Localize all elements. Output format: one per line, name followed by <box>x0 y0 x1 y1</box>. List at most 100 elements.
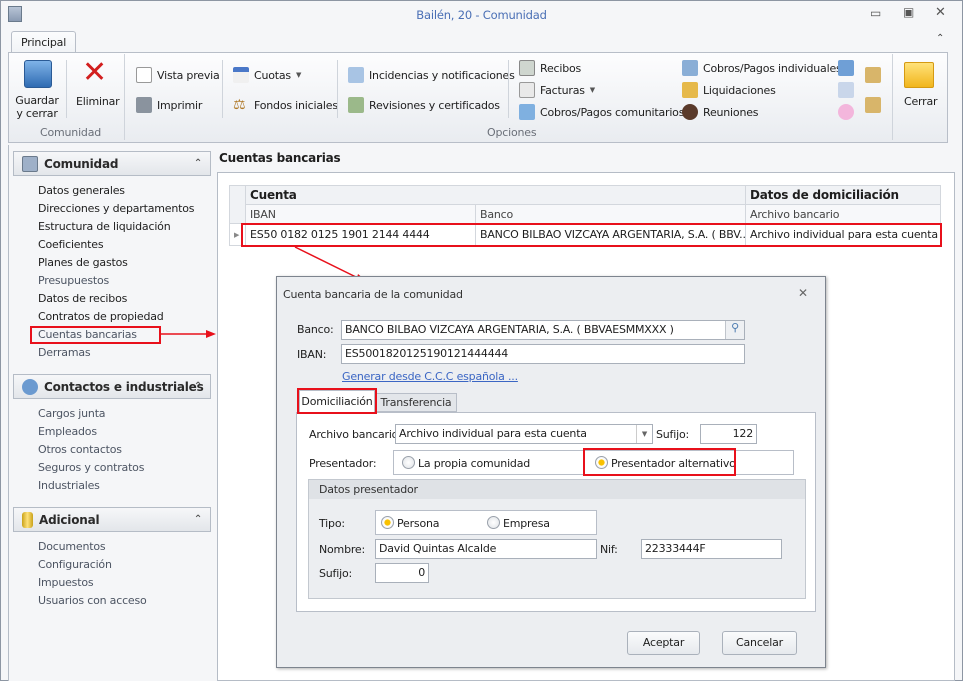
banco-label: Banco: <box>297 323 334 336</box>
sidebar-item[interactable]: Presupuestos <box>38 274 109 287</box>
sidebar-item[interactable]: Datos de recibos <box>38 292 127 305</box>
restore-button[interactable]: ▣ <box>903 5 914 19</box>
archivo-label: Archivo bancario: <box>309 428 402 441</box>
sidebar-item[interactable]: Estructura de liquidación <box>38 220 171 233</box>
tab-principal[interactable]: Principal <box>11 31 77 53</box>
sidebar-item[interactable]: Cargos junta <box>38 407 106 420</box>
calculator-icon <box>519 104 535 120</box>
cerrar-button[interactable]: Cerrar <box>904 95 938 108</box>
person-calculator-icon <box>682 60 698 76</box>
piggy-bank-icon[interactable] <box>838 104 854 120</box>
col-banco[interactable]: Banco <box>474 204 747 224</box>
highlight-box <box>241 223 942 247</box>
band-cuenta: Cuenta <box>244 185 747 205</box>
col-iban[interactable]: IBAN <box>245 204 476 224</box>
radio-empresa[interactable]: Empresa <box>487 516 550 530</box>
presentador-label: Presentador: <box>309 457 377 470</box>
group-label-opciones: Opciones <box>487 126 537 139</box>
sidebar-item[interactable]: Impuestos <box>38 576 94 589</box>
radio-icon <box>381 516 394 529</box>
cobros-comunitarios-button[interactable]: Cobros/Pagos comunitarios <box>519 104 684 120</box>
cobros-individuales-button[interactable]: Cobros/Pagos individuales <box>682 60 842 76</box>
dialog-close-icon[interactable]: ✕ <box>798 286 808 300</box>
guardar-cerrar-button[interactable]: Guardar y cerrar <box>15 94 59 120</box>
sufijo2-label: Sufijo: <box>319 567 352 580</box>
tax-icon[interactable] <box>838 82 854 98</box>
sidebar-item[interactable]: Planes de gastos <box>38 256 128 269</box>
dialog-title: Cuenta bancaria de la comunidad <box>283 288 463 301</box>
building-icon <box>22 155 38 172</box>
iban-label: IBAN: <box>297 348 327 361</box>
chevron-up-icon[interactable]: ⌃ <box>194 158 202 169</box>
label: Reuniones <box>703 105 759 119</box>
chevron-down-icon[interactable]: ▼ <box>636 425 652 443</box>
sidebar-item[interactable]: Derramas <box>38 346 91 359</box>
sufijo-field[interactable]: 122 <box>700 424 757 444</box>
collapse-ribbon-button[interactable]: ⌃ <box>936 33 944 44</box>
sidebar-item[interactable]: Otros contactos <box>38 443 122 456</box>
label: Liquidaciones <box>703 83 776 97</box>
recibos-button[interactable]: Recibos <box>519 60 581 76</box>
chevron-up-icon[interactable]: ⌃ <box>194 381 202 392</box>
cuotas-dropdown[interactable]: Cuotas ▼ <box>233 67 301 83</box>
label: Incidencias y notificaciones <box>369 68 515 82</box>
sidebar-item[interactable]: Industriales <box>38 479 100 492</box>
sidebar-item[interactable]: Usuarios con acceso <box>38 594 147 607</box>
col-archivo[interactable]: Archivo bancario <box>745 204 942 224</box>
fondos-iniciales-button[interactable]: ⚖ Fondos iniciales <box>233 97 338 113</box>
search-icon[interactable]: ⚲ <box>725 321 744 339</box>
nombre-field[interactable]: David Quintas Alcalde <box>375 539 597 559</box>
sidebar-item[interactable]: Coeficientes <box>38 238 104 251</box>
label: Recibos <box>540 61 582 75</box>
incidencias-button[interactable]: Incidencias y notificaciones <box>348 67 515 83</box>
database-icon <box>22 511 33 528</box>
minimize-button[interactable]: ▭ <box>870 6 881 20</box>
nif-label: Nif: <box>600 543 618 556</box>
banco-field[interactable]: BANCO BILBAO VIZCAYA ARGENTARIA, S.A. ( … <box>341 320 745 340</box>
transfer-person-icon[interactable] <box>865 97 881 113</box>
settlement-icon <box>682 82 698 98</box>
label: Revisiones y certificados <box>369 98 500 112</box>
sufijo-label: Sufijo: <box>656 428 689 441</box>
label: La propia comunidad <box>418 457 531 470</box>
eliminar-button[interactable]: Eliminar <box>76 95 120 108</box>
aceptar-button[interactable]: Aceptar <box>627 631 700 655</box>
nav-section-contactos[interactable]: Contactos e industriales ⌃ <box>13 374 211 399</box>
facturas-dropdown[interactable]: Facturas ▼ <box>519 82 595 98</box>
nombre-label: Nombre: <box>319 543 366 556</box>
nav-section-comunidad[interactable]: Comunidad ⌃ <box>13 151 211 176</box>
highlight-box <box>583 448 736 476</box>
calendar-icon <box>233 67 249 83</box>
sidebar-item[interactable]: Datos generales <box>38 184 125 197</box>
nif-field[interactable]: 22333444F <box>641 539 782 559</box>
generar-ccc-link[interactable]: Generar desde C.C.C española ... <box>342 370 518 383</box>
sidebar-item[interactable]: Direcciones y departamentos <box>38 202 195 215</box>
group-label-comunidad: Comunidad <box>40 126 102 139</box>
radio-persona[interactable]: Persona <box>381 516 440 530</box>
cancelar-button[interactable]: Cancelar <box>722 631 797 655</box>
section-title: Contactos e industriales <box>44 379 204 394</box>
imprimir-button[interactable]: Imprimir <box>136 97 202 113</box>
tab-transferencia[interactable]: Transferencia <box>375 393 457 412</box>
revisiones-button[interactable]: Revisiones y certificados <box>348 97 500 113</box>
liquidaciones-button[interactable]: Liquidaciones <box>682 82 776 98</box>
sidebar-item[interactable]: Documentos <box>38 540 106 553</box>
report-icon[interactable] <box>838 60 854 76</box>
iban-field[interactable]: ES5001820125190121444444 <box>341 344 745 364</box>
sidebar-item[interactable]: Configuración <box>38 558 112 571</box>
scales-icon: ⚖ <box>233 97 246 113</box>
transfer-icon[interactable] <box>865 67 881 83</box>
radio-propia-comunidad[interactable]: La propia comunidad <box>402 456 530 470</box>
meeting-icon <box>682 104 698 120</box>
sufijo2-field[interactable]: 0 <box>375 563 429 583</box>
radio-icon <box>402 456 415 469</box>
sidebar-item[interactable]: Contratos de propiedad <box>38 310 164 323</box>
sidebar-item[interactable]: Empleados <box>38 425 97 438</box>
sidebar-item[interactable]: Seguros y contratos <box>38 461 144 474</box>
vista-previa-button[interactable]: Vista previa <box>136 67 220 83</box>
close-button[interactable]: ✕ <box>935 5 946 20</box>
reuniones-button[interactable]: Reuniones <box>682 104 759 120</box>
chevron-up-icon[interactable]: ⌃ <box>194 514 202 525</box>
nav-section-adicional[interactable]: Adicional ⌃ <box>13 507 211 532</box>
archivo-select[interactable]: Archivo individual para esta cuenta <box>395 424 653 444</box>
